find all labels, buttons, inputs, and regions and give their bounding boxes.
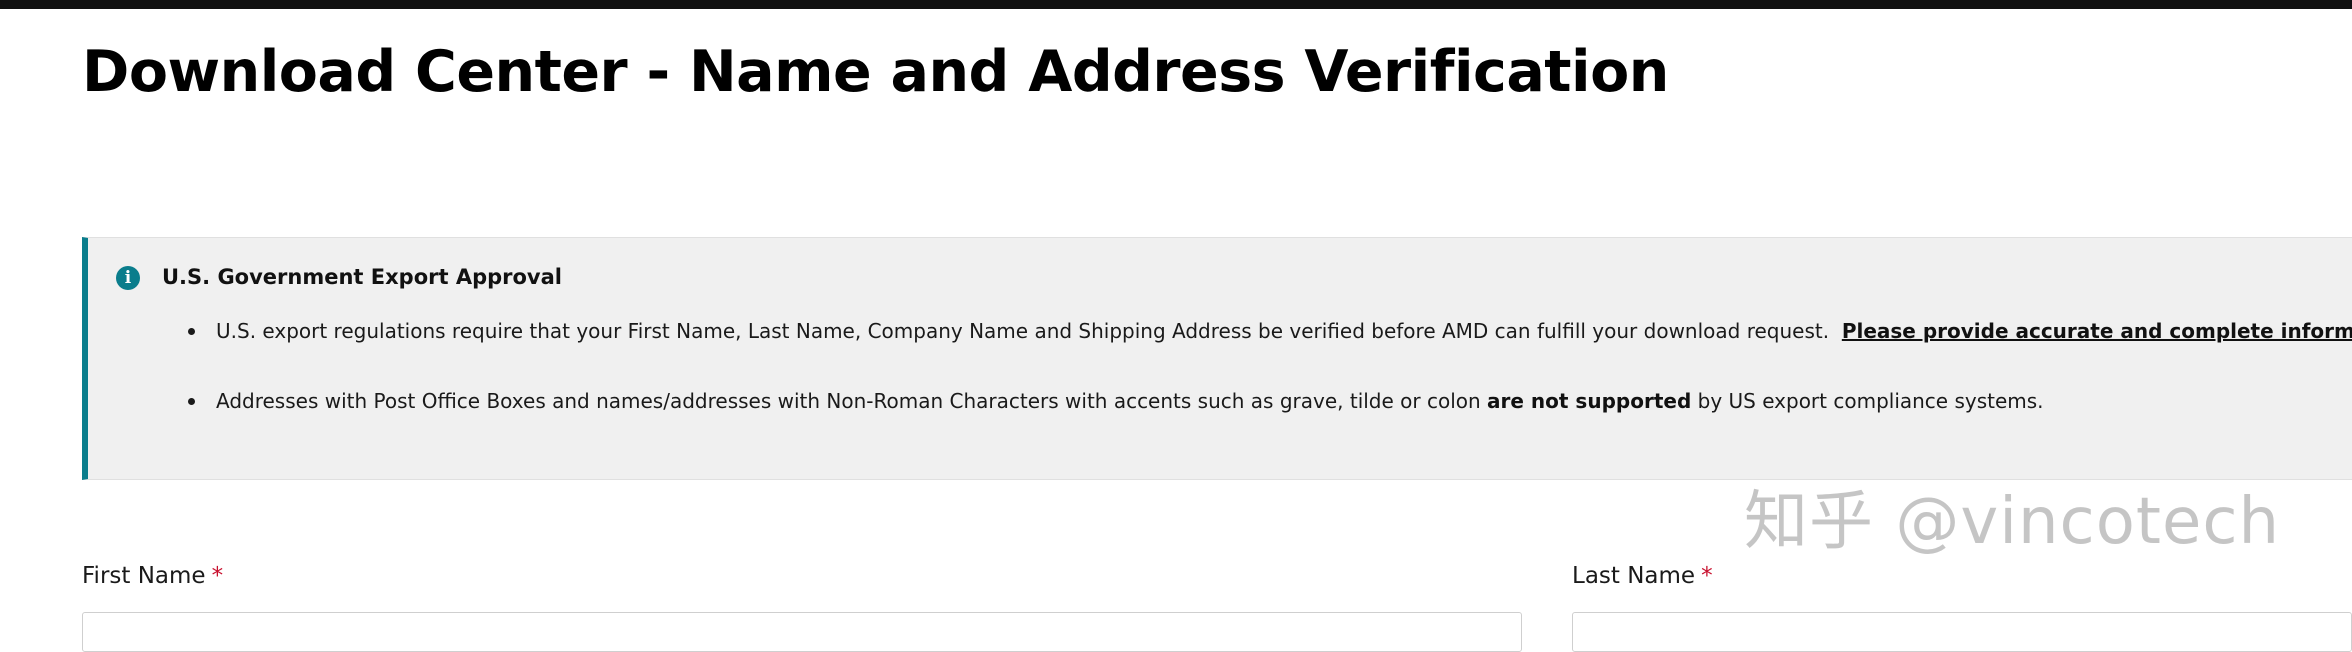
last-name-label: Last Name * <box>1572 561 1713 591</box>
bullet-text-end: by US export compliance systems. <box>1697 389 2044 413</box>
notice-bullet-verification: U.S. export regulations require that you… <box>187 316 2352 346</box>
watermark: 知乎 @vincotech <box>1744 485 2281 559</box>
bullet-text: Addresses with Post Office Boxes and nam… <box>216 389 1481 413</box>
last-name-label-text: Last Name <box>1572 563 1696 589</box>
top-bar <box>0 0 2352 9</box>
notice-bullet-unsupported: Addresses with Post Office Boxes and nam… <box>188 386 2044 416</box>
first-name-label: First Name * <box>82 561 223 591</box>
page-title: Download Center - Name and Address Verif… <box>82 39 1669 105</box>
required-marker: * <box>1701 563 1713 589</box>
info-icon: i <box>116 266 140 290</box>
accurate-information-link[interactable]: Please provide accurate and complete inf… <box>1842 319 2352 343</box>
required-marker: * <box>211 563 224 589</box>
export-approval-notice: i U.S. Government Export Approval U.S. e… <box>82 237 2352 480</box>
first-name-label-text: First Name <box>82 563 206 589</box>
bullet-bold-text: are not supported <box>1487 389 1692 413</box>
last-name-input[interactable] <box>1572 612 2352 652</box>
bullet-text: U.S. export regulations require that you… <box>216 319 1830 343</box>
first-name-input[interactable] <box>82 612 1522 652</box>
notice-title: U.S. Government Export Approval <box>162 265 562 289</box>
